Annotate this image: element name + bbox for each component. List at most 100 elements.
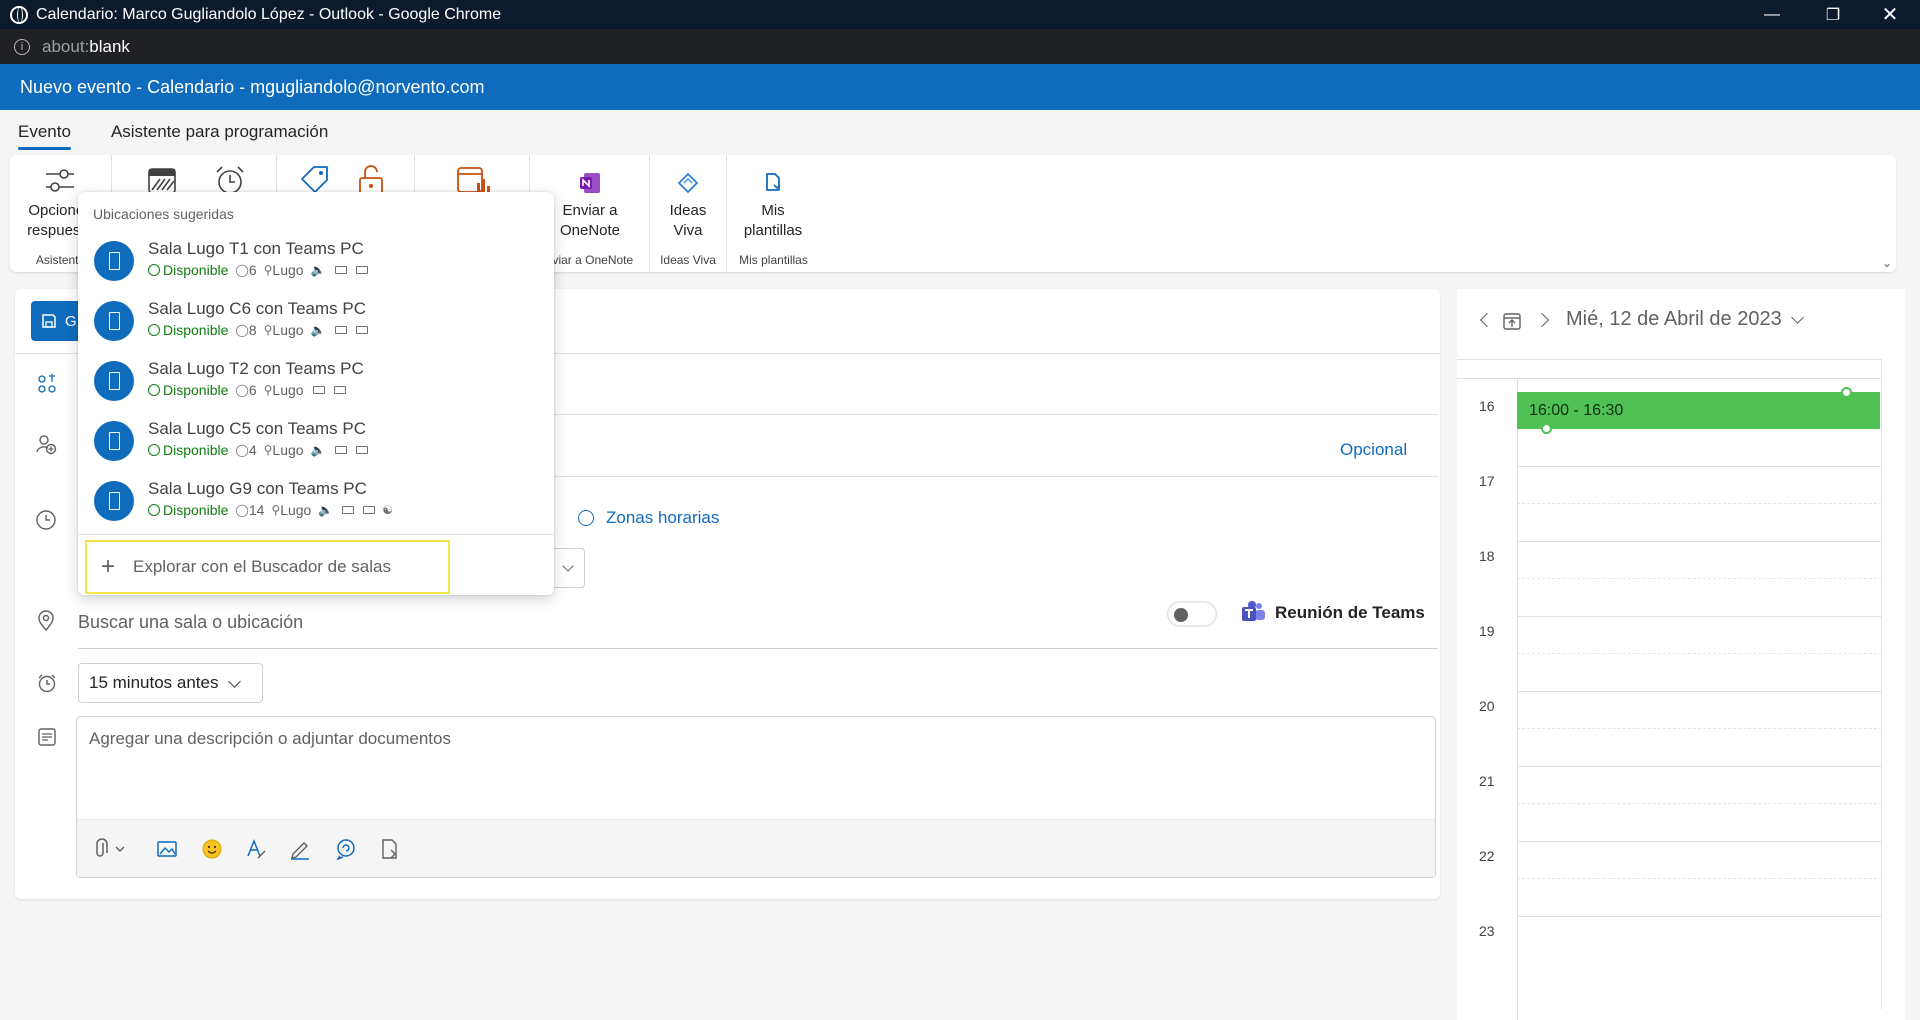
grid-line (1457, 378, 1882, 379)
tab-evento[interactable]: Evento (18, 114, 71, 150)
person-icon: ◯ (235, 443, 249, 457)
calendar-date-label[interactable]: Mié, 12 de Abril de 2023 (1566, 308, 1782, 331)
teams-meeting-toggle[interactable] (1167, 601, 1217, 627)
window-titlebar: Calendario: Marco Gugliandolo López - Ou… (0, 0, 1920, 29)
hour-label: 16 (1479, 398, 1495, 414)
room-meta: Disponible ◯ 14 ⚲ Lugo 🔈 ☯ (148, 502, 393, 518)
person-icon: ◯ (235, 503, 249, 517)
insert-document-icon[interactable] (379, 838, 401, 860)
templates-label-2: plantillas (743, 222, 803, 239)
new-event-block[interactable]: 16:00 - 16:30 (1517, 392, 1880, 429)
loop-chat-icon[interactable] (335, 838, 357, 860)
half-hour-line (1517, 578, 1882, 579)
grid-line (1517, 616, 1882, 617)
room-icon (94, 421, 134, 461)
today-calendar-icon[interactable] (1502, 311, 1522, 331)
hour-label: 21 (1479, 773, 1495, 789)
display-icon (334, 266, 347, 274)
display-icon (334, 326, 347, 334)
room-meta: Disponible ◯ 8 ⚲ Lugo 🔈 (148, 322, 368, 338)
suggested-room-item[interactable]: Sala Lugo C5 con Teams PC Disponible ◯ 4 … (78, 411, 554, 471)
address-path: blank (89, 36, 130, 56)
grid-line (1517, 541, 1882, 542)
camera-icon (363, 506, 376, 514)
minimize-button[interactable]: — (1749, 0, 1795, 29)
save-icon (42, 314, 56, 328)
camera-icon (355, 326, 368, 334)
grid-line (1517, 766, 1882, 767)
restore-button[interactable]: ❐ (1810, 0, 1856, 29)
emoji-icon[interactable] (201, 838, 223, 860)
room-icon (94, 481, 134, 521)
resize-handle-bottom[interactable] (1541, 423, 1552, 434)
viva-label-1: Ideas (669, 202, 707, 219)
address-bar[interactable]: i about: blank (0, 29, 1920, 64)
explore-room-finder-button[interactable]: + Explorar con el Buscador de salas (85, 540, 450, 594)
attendees-icon (35, 433, 57, 455)
viva-ideas-button[interactable]: Ideas Viva (658, 163, 718, 241)
suggested-room-item[interactable]: Sala Lugo C6 con Teams PC Disponible ◯ 8 … (78, 291, 554, 351)
close-window-button[interactable]: ✕ (1867, 0, 1913, 29)
suggested-room-item[interactable]: Sala Lugo T2 con Teams PC Disponible ◯ 6 … (78, 351, 554, 411)
previous-day-chevron-icon[interactable] (1479, 312, 1495, 328)
explore-room-finder-label: Explorar con el Buscador de salas (133, 557, 391, 576)
info-icon[interactable]: i (14, 38, 30, 55)
clock-icon (148, 444, 160, 456)
reminder-dropdown[interactable]: 15 minutos antes (78, 663, 263, 703)
app-header-title: Nuevo evento - Calendario - mgugliandolo… (20, 76, 485, 97)
category-icon (36, 373, 58, 395)
hour-label: 23 (1479, 923, 1495, 939)
description-icon (36, 726, 58, 748)
suggested-room-item[interactable]: Sala Lugo T1 con Teams PC Disponible ◯ 6 … (78, 231, 554, 291)
onenote-icon (580, 173, 600, 193)
speaker-icon: 🔈 (310, 323, 326, 337)
speaker-icon: 🔈 (318, 503, 334, 517)
ribbon-expand-chevron-icon[interactable]: ⌄ (1882, 256, 1892, 270)
optional-attendees-link[interactable]: Opcional (1340, 440, 1407, 460)
room-city: Lugo (280, 502, 312, 518)
room-meta: Disponible ◯ 6 ⚲ Lugo 🔈 (148, 262, 368, 278)
tab-asistente-programacion[interactable]: Asistente para programación (111, 114, 328, 150)
description-editor[interactable]: Agregar una descripción o adjuntar docum… (76, 716, 1436, 878)
time-zones-button[interactable]: Zonas horarias (578, 508, 719, 528)
person-icon: ◯ (235, 323, 249, 337)
divider (78, 534, 554, 535)
half-hour-line (1517, 878, 1882, 879)
globe-icon (578, 510, 594, 526)
grid-line (1517, 916, 1882, 917)
status-text: Disponible (163, 502, 229, 518)
app-header: Nuevo evento - Calendario - mgugliandolo… (0, 64, 1920, 110)
clock-icon (35, 509, 57, 531)
insert-image-icon[interactable] (156, 838, 178, 860)
hour-label: 20 (1479, 698, 1495, 714)
location-search-input[interactable] (78, 607, 878, 637)
room-icon (94, 241, 134, 281)
half-hour-line (1517, 503, 1882, 504)
viva-label-2: Viva (673, 222, 703, 239)
chevron-down-icon[interactable] (1791, 311, 1804, 324)
next-day-chevron-icon[interactable] (1534, 312, 1550, 328)
speaker-icon: 🔈 (310, 263, 326, 277)
chevron-down-icon (228, 674, 242, 688)
resize-handle-top[interactable] (1841, 387, 1852, 398)
attach-icon[interactable] (93, 838, 129, 860)
availability-status: Disponible (148, 262, 228, 278)
event-time-label: 16:00 - 16:30 (1529, 401, 1624, 419)
format-text-icon[interactable] (245, 838, 267, 860)
availability-status: Disponible (148, 442, 228, 458)
save-label: G (65, 312, 77, 330)
room-city: Lugo (272, 382, 304, 398)
status-text: Disponible (163, 322, 229, 338)
room-capacity: 6 (248, 382, 257, 398)
suggested-room-item[interactable]: Sala Lugo G9 con Teams PC Disponible ◯ 14… (78, 471, 554, 531)
ribbon-group-label: Mis plantillas (739, 253, 808, 267)
template-icon (766, 173, 781, 191)
half-hour-line (1517, 803, 1882, 804)
signature-pen-icon[interactable] (289, 838, 311, 860)
reminder-value: 15 minutos antes (89, 673, 219, 692)
grid-line (1517, 466, 1882, 467)
hour-label: 19 (1479, 623, 1495, 639)
room-name: Sala Lugo T1 con Teams PC (148, 239, 364, 258)
ribbon-tabs: Evento Asistente para programación (0, 110, 1920, 154)
my-templates-button[interactable]: Mis plantillas (733, 163, 813, 241)
